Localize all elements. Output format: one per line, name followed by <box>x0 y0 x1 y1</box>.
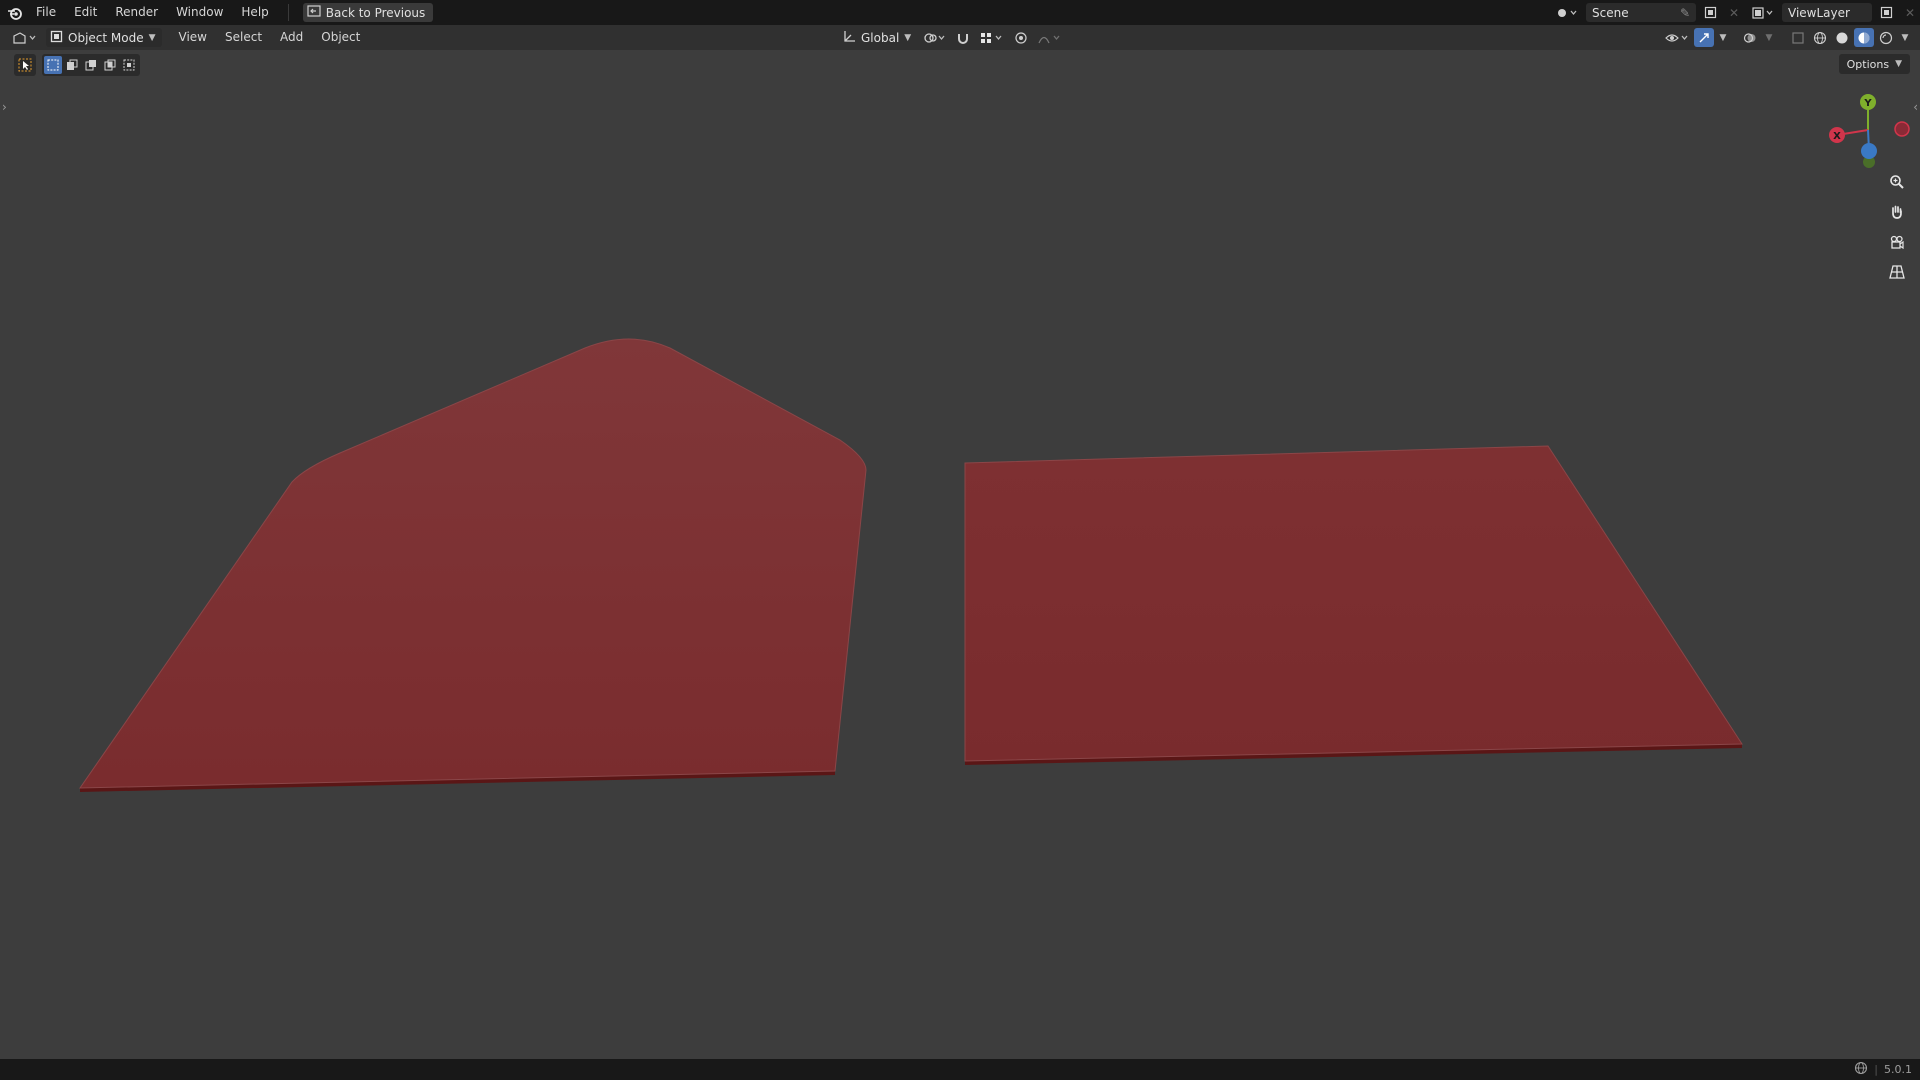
orientation-dropdown[interactable]: Global ▼ <box>836 28 917 47</box>
right-plane-object[interactable] <box>964 445 1743 762</box>
zoom-icon[interactable] <box>1884 169 1910 195</box>
orientation-label: Global <box>861 30 900 45</box>
pan-hand-icon[interactable] <box>1884 199 1910 225</box>
scene-canvas[interactable] <box>0 50 1920 1059</box>
back-to-previous-label: Back to Previous <box>325 5 426 20</box>
snap-increment-icon[interactable] <box>977 28 1007 47</box>
view-layer-name: ViewLayer <box>1788 5 1850 20</box>
tool-settings-row <box>14 54 140 76</box>
scene-name-field[interactable]: Scene ✎ <box>1586 3 1696 22</box>
editor-type-icon[interactable] <box>8 28 42 47</box>
viewport-display-controls: ▼ ▼ ▼ <box>1662 25 1912 50</box>
snap-magnet-icon[interactable] <box>953 28 973 47</box>
delete-view-layer-icon[interactable]: ✕ <box>1900 3 1920 22</box>
chevron-down-icon[interactable]: ▼ <box>1898 28 1912 47</box>
view-layer-field[interactable]: ViewLayer <box>1782 3 1872 22</box>
status-divider: | <box>1874 1063 1878 1076</box>
version-label: 5.0.1 <box>1884 1063 1912 1076</box>
left-plane-object[interactable] <box>79 338 867 789</box>
select-intersect-icon[interactable] <box>120 56 138 74</box>
gizmo-neg-x-icon[interactable] <box>1894 121 1910 137</box>
xray-toggle-icon[interactable] <box>1788 28 1808 47</box>
topbar-right: Scene ✎ ✕ ViewLayer ✕ <box>1552 0 1920 25</box>
status-bar: | 5.0.1 <box>0 1059 1920 1080</box>
navigation-gizmo[interactable]: Y X <box>1822 90 1912 170</box>
visibility-eye-icon[interactable] <box>1662 28 1692 47</box>
chevron-down-icon[interactable]: ▼ <box>1762 28 1776 47</box>
falloff-curve-icon[interactable] <box>1035 28 1065 47</box>
proportional-editing-icon[interactable] <box>1011 28 1031 47</box>
orientation-axes-icon <box>842 29 856 46</box>
view-layer-browse-icon[interactable] <box>1748 3 1778 22</box>
sidebar-expand-arrow-icon[interactable]: ‹ <box>1913 100 1918 114</box>
menu-object[interactable]: Object <box>312 25 369 50</box>
select-extend-icon[interactable] <box>63 56 81 74</box>
menu-render[interactable]: Render <box>106 0 167 25</box>
toolbar-expand-arrow-icon[interactable]: › <box>2 100 7 114</box>
select-invert-icon[interactable] <box>101 56 119 74</box>
scene-name: Scene <box>1592 5 1629 20</box>
select-tool-icon[interactable] <box>14 54 36 76</box>
chevron-down-icon: ▼ <box>148 32 156 43</box>
header-spacer <box>1778 28 1786 47</box>
chevron-down-icon[interactable]: ▼ <box>1716 28 1730 47</box>
network-globe-icon[interactable] <box>1854 1061 1868 1078</box>
menu-select[interactable]: Select <box>216 25 271 50</box>
options-label: Options <box>1846 57 1890 71</box>
gizmo-x-label: X <box>1833 131 1841 142</box>
blender-window: File Edit Render Window Help Back to Pre… <box>0 0 1920 1080</box>
gizmo-z-icon[interactable] <box>1861 143 1877 159</box>
delete-scene-icon[interactable]: ✕ <box>1724 3 1744 22</box>
back-to-previous-button[interactable]: Back to Previous <box>302 3 434 22</box>
object-mode-dropdown[interactable]: Object Mode ▼ <box>46 28 162 47</box>
pin-icon[interactable]: ✎ <box>1680 6 1690 20</box>
perspective-grid-icon[interactable] <box>1884 259 1910 285</box>
3d-viewport[interactable]: Options ▼ › ‹ Y X <box>0 50 1920 1059</box>
menu-file[interactable]: File <box>27 0 65 25</box>
topbar-divider <box>287 4 289 21</box>
top-bar: File Edit Render Window Help Back to Pre… <box>0 0 1920 25</box>
screen-back-icon <box>307 5 321 20</box>
object-mode-icon <box>50 30 63 46</box>
scene-browse-icon[interactable] <box>1552 3 1582 22</box>
select-set-icon[interactable] <box>44 56 62 74</box>
menu-window[interactable]: Window <box>167 0 232 25</box>
rendered-shading-icon[interactable] <box>1876 28 1896 47</box>
menu-help[interactable]: Help <box>232 0 277 25</box>
menu-view[interactable]: View <box>170 25 216 50</box>
wireframe-shading-icon[interactable] <box>1810 28 1830 47</box>
new-view-layer-icon[interactable] <box>1876 3 1896 22</box>
selection-mode-group <box>42 54 140 76</box>
overlays-icon[interactable] <box>1740 28 1760 47</box>
viewport-header: Object Mode ▼ View Select Add Object Glo… <box>0 25 1920 50</box>
select-subtract-icon[interactable] <box>82 56 100 74</box>
transform-controls: Global ▼ <box>836 25 1065 50</box>
object-mode-label: Object Mode <box>68 30 144 45</box>
options-dropdown[interactable]: Options ▼ <box>1838 54 1910 74</box>
menu-add[interactable]: Add <box>271 25 312 50</box>
menu-edit[interactable]: Edit <box>65 0 106 25</box>
chevron-down-icon: ▼ <box>904 32 912 43</box>
header-spacer <box>1732 28 1738 47</box>
gizmo-toggle-icon[interactable] <box>1694 28 1714 47</box>
material-preview-shading-icon[interactable] <box>1854 28 1874 47</box>
solid-shading-icon[interactable] <box>1832 28 1852 47</box>
pivot-point-icon[interactable] <box>921 28 949 47</box>
camera-icon[interactable] <box>1884 229 1910 255</box>
chevron-down-icon: ▼ <box>1895 59 1902 69</box>
gizmo-y-label: Y <box>1863 98 1872 109</box>
new-scene-icon[interactable] <box>1700 3 1720 22</box>
blender-logo-icon[interactable] <box>3 0 27 25</box>
